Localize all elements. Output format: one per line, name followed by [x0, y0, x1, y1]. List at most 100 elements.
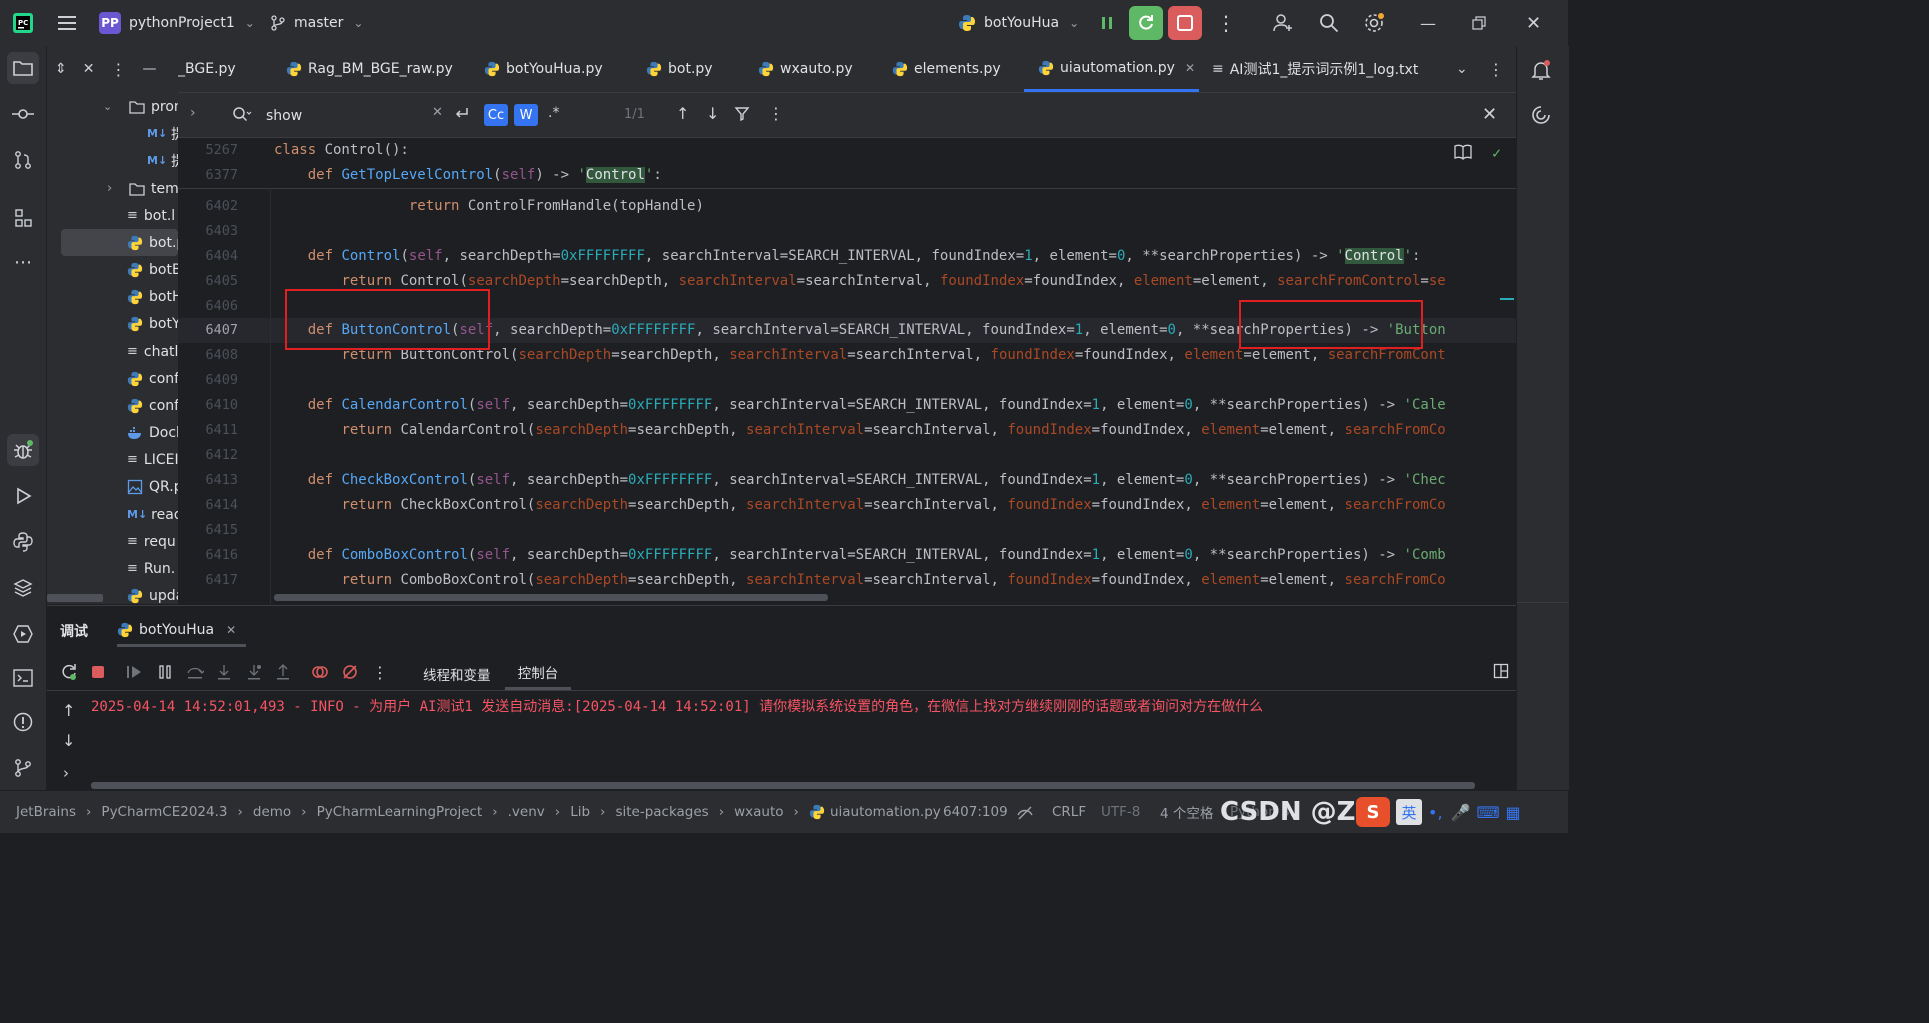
tab-console[interactable]: 控制台 [505, 656, 571, 690]
tree-file[interactable]: conf [127, 392, 178, 419]
breadcrumb-item[interactable]: .venv [508, 804, 545, 820]
run-play-icon[interactable] [7, 480, 39, 512]
python-console-icon[interactable] [7, 526, 39, 558]
tree-file[interactable]: ≡ chatl [127, 338, 178, 365]
editor-tab[interactable]: _BGE.py [178, 46, 274, 92]
restore-window-icon[interactable] [1472, 0, 1486, 46]
settings-gear-icon[interactable] [1362, 0, 1386, 46]
project-tool-folder-icon[interactable] [7, 52, 39, 84]
ime-keyboard-icon[interactable]: ⌨ [1476, 803, 1499, 822]
close-tab-icon[interactable]: ✕ [226, 623, 236, 637]
minimize-window-icon[interactable]: — [1420, 0, 1436, 46]
new-line-icon[interactable] [453, 105, 471, 123]
previous-match-arrow-up-icon[interactable]: ↑ [676, 104, 689, 123]
editor-tab[interactable]: wxauto.py [758, 46, 868, 92]
editor-tab[interactable]: Rag_BM_BGE_raw.py [286, 46, 466, 92]
more-vertical-icon[interactable]: ⋮ [1488, 46, 1504, 92]
breadcrumb-item[interactable]: wxauto [734, 804, 783, 820]
step-into-my-code-icon[interactable] [243, 661, 265, 683]
breadcrumb-item[interactable]: PyCharmCE2024.3 [101, 804, 227, 820]
chevron-right-icon[interactable]: › [63, 764, 69, 782]
breadcrumb-item[interactable]: PyCharmLearningProject [317, 804, 483, 820]
close-tab-icon[interactable]: ✕ [1185, 61, 1195, 75]
indent-setting[interactable]: 4 个空格 [1160, 791, 1213, 833]
tree-file[interactable]: botY [127, 310, 178, 337]
tabs-overflow-chevron-down-icon[interactable]: ⌄ [1456, 46, 1468, 92]
reader-mode-book-icon[interactable] [1454, 144, 1472, 160]
scroll-up-arrow-icon[interactable]: ↑ [62, 701, 75, 720]
code-editor[interactable]: 5267 class Control(): 6377 def GetTopLev… [178, 138, 1516, 604]
python-packages-icon[interactable] [7, 572, 39, 604]
search-icon[interactable] [232, 106, 252, 124]
more-vertical-icon[interactable]: ⋮ [110, 60, 126, 79]
filter-icon[interactable] [734, 106, 750, 122]
terminal-icon[interactable] [7, 662, 39, 694]
debug-session-tab[interactable]: botYouHua ✕ [117, 616, 247, 647]
tree-file[interactable]: upda [127, 582, 178, 604]
pycharm-logo-icon[interactable]: PC [12, 0, 34, 46]
project-selector[interactable]: PP pythonProject1 ⌄ [99, 0, 255, 46]
breadcrumb-item[interactable]: Lib [570, 804, 590, 820]
debug-bug-icon[interactable] [7, 434, 39, 466]
run-config-selector[interactable]: botYouHua ⌄ [958, 0, 1079, 46]
stop-button[interactable] [1168, 0, 1202, 46]
add-user-icon[interactable] [1272, 0, 1294, 46]
notifications-bell-icon[interactable] [1529, 58, 1553, 82]
console-horizontal-scrollbar[interactable] [91, 782, 1475, 789]
ime-language[interactable]: 英 [1396, 799, 1422, 825]
tree-file[interactable]: QR.p [127, 473, 178, 500]
tree-folder[interactable]: ⌄ prom [103, 93, 178, 120]
breadcrumb-item[interactable]: uiautomation.py [830, 804, 941, 820]
ime-microphone-icon[interactable]: 🎤 [1451, 803, 1471, 822]
tree-file[interactable]: botB [127, 256, 178, 283]
step-into-icon[interactable] [213, 661, 235, 683]
breadcrumb-item[interactable]: demo [253, 804, 291, 820]
mute-breakpoints-icon[interactable] [339, 661, 361, 683]
pull-requests-icon[interactable] [7, 144, 39, 176]
editor-tab-active[interactable]: uiautomation.py ✕ [1024, 46, 1199, 92]
search-icon[interactable] [1318, 0, 1340, 46]
close-window-icon[interactable]: ✕ [1526, 0, 1541, 46]
stop-icon[interactable] [87, 661, 109, 683]
tree-file[interactable]: botH [127, 283, 178, 310]
rerun-icon[interactable] [58, 661, 80, 683]
problems-icon[interactable] [7, 706, 39, 738]
tree-file[interactable]: ≡ Run. [127, 555, 175, 582]
services-icon[interactable] [7, 618, 39, 650]
resume-icon[interactable] [123, 661, 145, 683]
expand-collapse-icon[interactable]: ⇕ [55, 61, 67, 77]
branch-selector[interactable]: master ⌄ [270, 0, 363, 46]
chevron-right-icon[interactable]: › [190, 105, 196, 121]
tree-file[interactable]: ≡ bot.l [127, 202, 175, 229]
more-vertical-icon[interactable]: ⋮ [768, 104, 784, 123]
ime-punctuation-icon[interactable]: •, [1428, 803, 1443, 822]
main-menu-icon[interactable] [56, 0, 78, 46]
tree-file[interactable]: Dock [127, 419, 178, 446]
project-scrollbar[interactable] [47, 594, 103, 602]
no-problems-check-icon[interactable]: ✓ [1492, 144, 1501, 162]
file-encoding[interactable]: UTF-8 [1101, 791, 1140, 833]
horizontal-scrollbar[interactable] [274, 594, 828, 601]
step-over-icon[interactable] [184, 661, 206, 683]
tree-file-md[interactable]: M↓ 提 [147, 120, 178, 147]
ime-apps-icon[interactable]: ▦ [1506, 803, 1521, 822]
next-match-arrow-down-icon[interactable]: ↓ [706, 104, 719, 123]
line-separator[interactable]: CRLF [1052, 791, 1086, 833]
view-breakpoints-icon[interactable] [309, 661, 331, 683]
editor-tab[interactable]: botYouHua.py [484, 46, 624, 92]
structure-icon[interactable] [7, 202, 39, 234]
hide-panel-icon[interactable]: — [142, 61, 156, 77]
pause-icon[interactable] [154, 661, 176, 683]
tree-file[interactable]: ≡ LICEI [127, 446, 178, 473]
scroll-down-arrow-icon[interactable]: ↓ [62, 731, 75, 750]
ai-assistant-icon[interactable] [1530, 104, 1552, 126]
pause-icon[interactable] [1097, 0, 1117, 46]
match-case-toggle[interactable]: Cc [484, 104, 508, 126]
caret-position[interactable]: 6407:109 [943, 791, 1008, 833]
find-input[interactable] [264, 103, 428, 129]
git-icon[interactable] [7, 752, 39, 784]
editor-tab[interactable]: ≡ AI测试1_提示词示例1_log.txt [1212, 46, 1418, 92]
commit-icon[interactable] [7, 98, 39, 130]
tree-file-selected[interactable]: bot.p [61, 229, 178, 256]
editor-tab[interactable]: elements.py [892, 46, 1012, 92]
